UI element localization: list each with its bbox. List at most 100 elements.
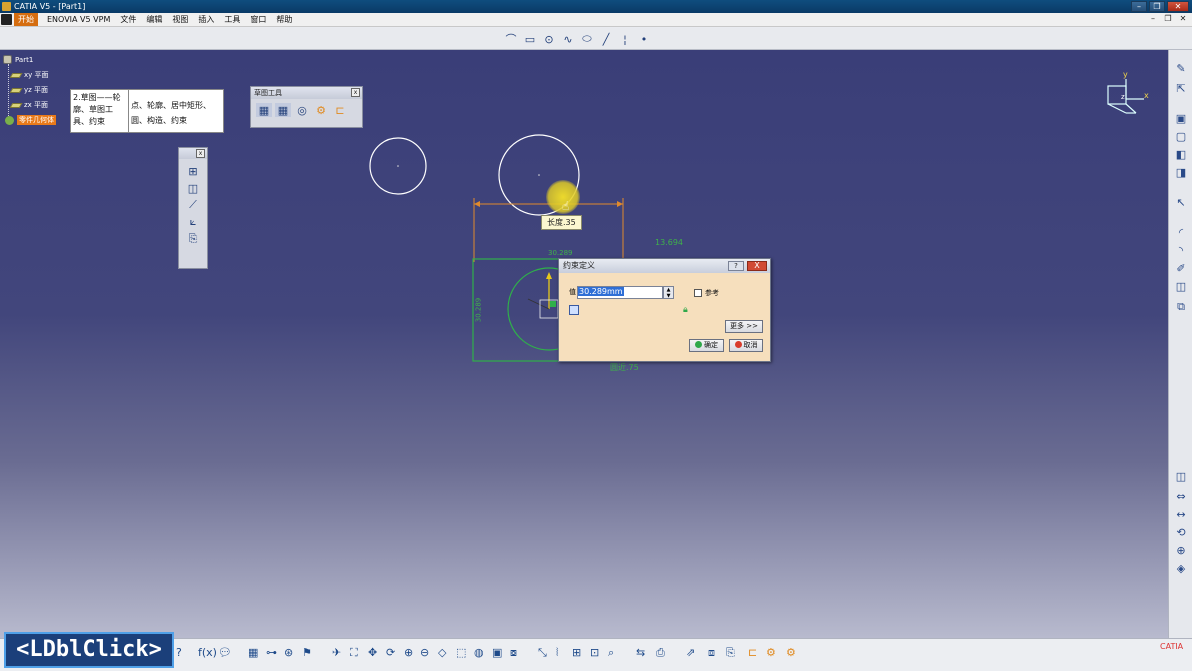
fit-all-icon[interactable]: ⛶: [350, 645, 358, 661]
help-icon[interactable]: ?: [176, 645, 182, 661]
pad-icon[interactable]: ▣: [1173, 112, 1189, 126]
swap-icon[interactable]: ⇆: [636, 645, 645, 661]
dialog-close-button[interactable]: X: [747, 261, 767, 271]
rotate-view-icon[interactable]: ⟳: [386, 645, 395, 661]
positioned-sketch-icon[interactable]: ◫: [185, 181, 201, 195]
analysis-icon[interactable]: ⚑: [302, 645, 312, 661]
constraint-value-input[interactable]: 30.289mm: [577, 286, 663, 299]
arc-icon[interactable]: ◜: [1173, 226, 1189, 240]
print-icon[interactable]: ⎙: [656, 645, 665, 661]
select-icon[interactable]: ↖: [1173, 196, 1189, 210]
shading-icon[interactable]: ◍: [474, 645, 484, 661]
offset-icon[interactable]: ◈: [1173, 562, 1189, 576]
ok-button[interactable]: 确定: [689, 339, 724, 352]
groove-icon[interactable]: ◨: [1173, 166, 1189, 180]
translate-icon[interactable]: ⇔: [1173, 490, 1189, 504]
dimension-label-right[interactable]: 13.694: [655, 238, 683, 247]
vertical-toolbar-header[interactable]: x: [179, 148, 207, 159]
hand-cursor-icon: ☝: [562, 199, 570, 213]
animate-constraint-icon[interactable]: ⚙: [786, 645, 796, 661]
geometric-constraints-icon[interactable]: ⚙: [313, 103, 329, 117]
note-left-cell: 2.草图——轮廓、草图工具、约束: [71, 90, 129, 132]
shaft-icon[interactable]: ◧: [1173, 148, 1189, 162]
magnifier-icon[interactable]: ⊡: [590, 645, 599, 661]
tree-node-xy[interactable]: xy 平面: [9, 70, 49, 80]
dialog-title: 约束定义: [563, 261, 595, 270]
dimensional-constraints-icon[interactable]: ⊏: [332, 103, 348, 117]
dimension-label-bottom[interactable]: 圆近.75: [610, 362, 639, 373]
tree-node-yz[interactable]: yz 平面: [9, 85, 48, 95]
comment-icon[interactable]: 💬︎: [218, 645, 232, 661]
vertical-floating-toolbar[interactable]: x ⊞ ◫ ⟋ ⟀ ⎘: [178, 147, 208, 269]
doc-close-button[interactable]: ✕: [1177, 14, 1189, 25]
catia-brand-logo: CATIA: [1160, 642, 1184, 651]
project-icon[interactable]: ⧉: [1173, 300, 1189, 314]
formula-icon[interactable]: f(x): [198, 645, 217, 661]
more-button[interactable]: 更多 >>: [725, 320, 763, 333]
scale-icon[interactable]: ⊕: [1173, 544, 1189, 558]
corner-icon[interactable]: ◝: [1173, 244, 1189, 258]
value-spinner[interactable]: ▲ ▼: [663, 286, 674, 299]
exit-sketch-icon[interactable]: ⇱: [1173, 82, 1189, 96]
tree-structure-icon[interactable]: ⊶: [266, 645, 277, 661]
ok-icon: [695, 341, 702, 348]
launch-icon[interactable]: ⇗: [686, 645, 695, 661]
reference-checkbox[interactable]: [694, 289, 702, 297]
right-toolbar: ✎ ⇱ ▣ ▢ ◧ ◨ ↖ ◜ ◝ ✐ ◫ ⧉ ◫ ⇔ ↔ ⟲ ⊕ ◈: [1168, 50, 1192, 638]
search-icon[interactable]: ⌕: [608, 645, 614, 661]
tree-node-zx[interactable]: zx 平面: [9, 100, 48, 110]
dialog-header[interactable]: 约束定义 ? X: [559, 259, 770, 273]
symmetry-icon[interactable]: ◫: [1173, 470, 1189, 484]
pan-icon[interactable]: ✥: [368, 645, 377, 661]
trim-icon[interactable]: ✐: [1173, 262, 1189, 276]
sketch-tools-header[interactable]: 草图工具 x: [251, 87, 362, 99]
mirror-icon[interactable]: ◫: [1173, 280, 1189, 294]
zoom-out-icon[interactable]: ⊖: [420, 645, 429, 661]
fly-mode-icon[interactable]: ✈︎: [332, 645, 341, 661]
dialog-help-button[interactable]: ?: [728, 261, 744, 271]
reference-label: 参考: [705, 289, 719, 297]
swap-visible-icon[interactable]: ⧇: [510, 645, 517, 661]
operation-icon[interactable]: ⟀: [185, 215, 201, 229]
tree-root-label: Part1: [15, 55, 34, 64]
save-view-icon[interactable]: ⧈: [708, 645, 715, 661]
table-icon[interactable]: ▦: [248, 645, 258, 661]
tree-node-partbody[interactable]: 零件几何体: [5, 115, 56, 125]
construction-element-icon[interactable]: ◎: [294, 103, 310, 117]
sketch-icon[interactable]: ⊞: [185, 164, 201, 178]
vertical-toolbar-close-button[interactable]: x: [196, 149, 205, 158]
properties-icon[interactable]: ⊞: [572, 645, 581, 661]
grid-icon[interactable]: ▦: [256, 103, 272, 117]
exit-workbench-icon[interactable]: ⎘: [185, 232, 201, 246]
rotate-icon[interactable]: ⟲: [1173, 526, 1189, 540]
iso-view-icon[interactable]: ⬚: [456, 645, 466, 661]
horizontal-arrow-icon[interactable]: ↔: [1173, 508, 1189, 522]
sketcher-icon[interactable]: ✎: [1173, 62, 1189, 76]
snap-to-point-icon[interactable]: ▦: [275, 103, 291, 117]
library-icon[interactable]: ⎘: [726, 645, 735, 661]
constraint-value-text: 30.289mm: [578, 287, 624, 296]
dimension-label-top[interactable]: 30.289: [548, 249, 573, 257]
plane-icon: [9, 87, 23, 93]
hide-show-icon[interactable]: ▣: [492, 645, 502, 661]
auto-constraint-icon[interactable]: ⚙: [766, 645, 776, 661]
close-window-button[interactable]: ✕: [1167, 1, 1189, 12]
compass-widget[interactable]: y x z: [1100, 70, 1160, 120]
constraint-orange-icon[interactable]: ⊏: [748, 645, 757, 661]
apply-material-icon[interactable]: ⦚: [556, 645, 558, 661]
catalog-icon[interactable]: ⊛: [284, 645, 293, 661]
zoom-in-icon[interactable]: ⊕: [404, 645, 413, 661]
measure-icon[interactable]: ⤡: [538, 645, 547, 661]
plane-icon: [9, 72, 23, 78]
sketch-tools-title: 草图工具: [254, 89, 282, 97]
constraint-icon[interactable]: ⟋: [185, 198, 201, 212]
sketch-tools-toolbar[interactable]: 草图工具 x ▦ ▦ ◎ ⚙ ⊏: [250, 86, 363, 128]
note-right-cell: 点、轮廓、居中矩形、圆、构造、约束: [131, 101, 211, 125]
normal-view-icon[interactable]: ◇: [438, 645, 446, 661]
cancel-button[interactable]: 取消: [729, 339, 763, 352]
element-selection-icon[interactable]: [569, 305, 579, 315]
sketch-tools-close-button[interactable]: x: [351, 88, 360, 97]
dimension-label-left[interactable]: 30.289: [474, 298, 482, 323]
pocket-icon[interactable]: ▢: [1173, 130, 1189, 144]
tree-root[interactable]: Part1: [3, 55, 33, 64]
